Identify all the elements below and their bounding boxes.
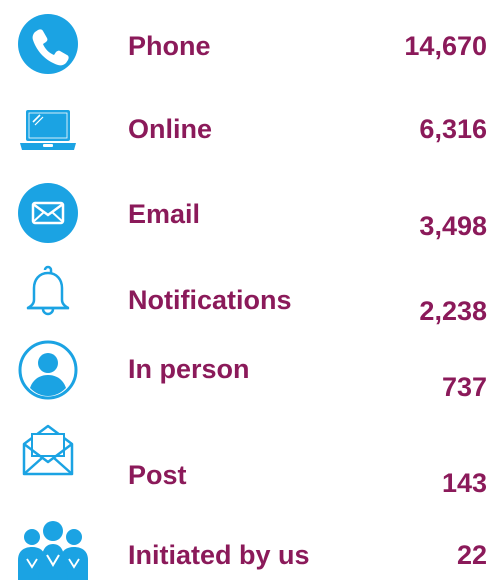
channel-label: Email <box>128 199 201 229</box>
channel-value: 2,238 <box>419 296 487 326</box>
channel-label: In person <box>128 354 250 384</box>
channel-label: Online <box>128 114 213 144</box>
channel-value: 6,316 <box>419 114 487 144</box>
bell-icon <box>18 262 78 322</box>
channel-value: 14,670 <box>404 31 487 61</box>
email-icon <box>18 183 78 243</box>
channel-label: Post <box>128 460 187 490</box>
phone-icon <box>18 14 78 74</box>
channel-label: Notifications <box>128 285 292 315</box>
channel-value: 737 <box>441 372 487 402</box>
person-icon <box>18 340 78 400</box>
channel-volume-list: { "colors": { "text": "#8b1a5a", "icon":… <box>0 0 493 580</box>
people-group-icon <box>18 515 88 580</box>
envelope-open-icon <box>18 420 78 480</box>
channel-value: 22 <box>456 540 487 570</box>
channel-value: 143 <box>441 468 487 498</box>
channel-value: 3,498 <box>419 211 487 241</box>
channel-label: Initiated by us <box>128 540 310 570</box>
laptop-icon <box>18 100 78 160</box>
channel-label: Phone <box>128 31 211 61</box>
